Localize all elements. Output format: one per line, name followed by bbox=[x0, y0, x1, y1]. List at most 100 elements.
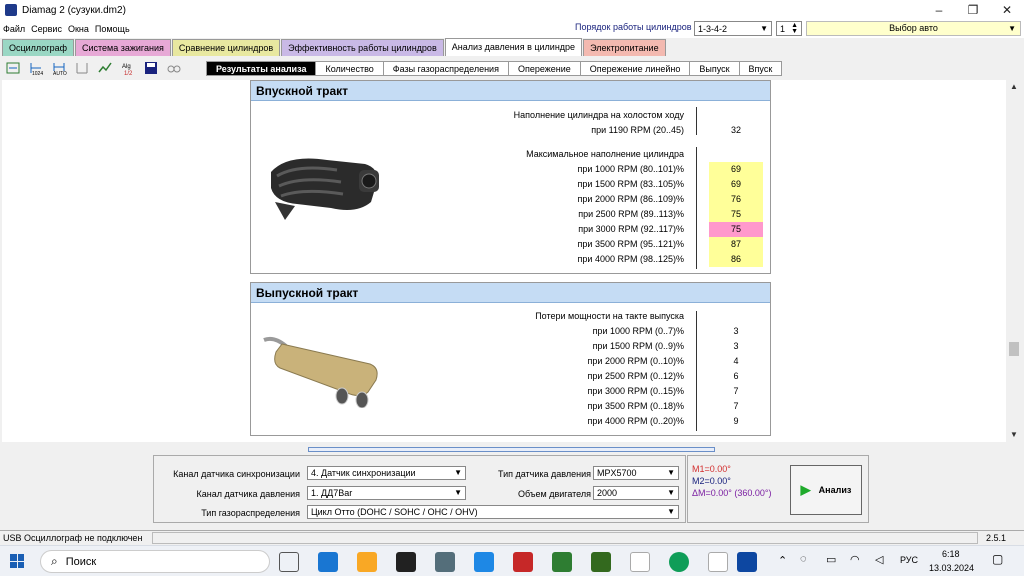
range-icon[interactable] bbox=[72, 59, 92, 77]
app-icon-red[interactable] bbox=[513, 552, 533, 572]
chevron-down-icon: ▼ bbox=[667, 468, 675, 477]
analyze-button[interactable]: ▶ Анализ bbox=[790, 465, 862, 515]
start-button[interactable] bbox=[10, 554, 24, 568]
app-icon-blue[interactable] bbox=[474, 552, 494, 572]
subtab-intake[interactable]: Впуск bbox=[738, 61, 783, 76]
main-tabs: Осциллограф Система зажигания Сравнение … bbox=[0, 38, 667, 56]
counter-icon[interactable]: 1024 bbox=[26, 59, 46, 77]
intake-idle-value: 32 bbox=[730, 125, 741, 135]
search-icon: ⌕ bbox=[51, 554, 58, 568]
compare-icon[interactable] bbox=[164, 59, 184, 77]
notification-icon[interactable]: ▢ bbox=[992, 552, 1003, 566]
analysis-subtabs: Результаты анализа Количество Фазы газор… bbox=[206, 61, 783, 76]
volume-icon[interactable]: ◁ bbox=[875, 553, 883, 566]
network-device-icon[interactable]: ◌ bbox=[800, 553, 807, 565]
subtab-advance-linear[interactable]: Опережение линейно bbox=[579, 61, 691, 76]
status-bar: USB Осциллограф не подключен 2.5.1 bbox=[0, 530, 1024, 545]
svg-text:1/2: 1/2 bbox=[124, 71, 133, 76]
algorithm-icon[interactable]: Alg 1/2 bbox=[118, 59, 138, 77]
marker-m1: M1=0.00° bbox=[692, 464, 731, 474]
exhaust-row-label: при 1000 RPM (0..7)% bbox=[592, 326, 684, 336]
scroll-thumb[interactable] bbox=[1009, 342, 1019, 356]
battery-icon[interactable]: ▭ bbox=[826, 553, 836, 566]
menu-help[interactable]: Помощь bbox=[95, 24, 130, 34]
chevron-down-icon: ▼ bbox=[667, 507, 675, 516]
wifi-icon[interactable]: ◠ bbox=[850, 553, 860, 566]
app-icon bbox=[5, 4, 17, 16]
intake-row-label: при 4000 RPM (98..125)% bbox=[577, 254, 684, 264]
save-icon[interactable] bbox=[141, 59, 161, 77]
diamag-icon[interactable] bbox=[737, 552, 757, 572]
subtab-quantity[interactable]: Количество bbox=[315, 61, 384, 76]
pressure-channel-select[interactable]: 1. ДД7Bar ▼ bbox=[307, 486, 466, 500]
close-button[interactable]: ✕ bbox=[990, 0, 1024, 20]
valve-type-select[interactable]: Цикл Отто (DOHC / SOHC / OHC / OHV) ▼ bbox=[307, 505, 679, 519]
language-indicator[interactable]: РУС bbox=[900, 555, 918, 565]
taskbar: ⌕ Поиск ⌃ ◌ ▭ ◠ ◁ РУС 6:18 13.03.2024 ▢ bbox=[0, 545, 1024, 576]
app-icon-gray[interactable] bbox=[435, 552, 455, 572]
splitter-handle[interactable] bbox=[308, 447, 715, 452]
cylinder-number-stepper[interactable]: 1 ▲ ▼ bbox=[776, 21, 802, 36]
store-icon[interactable] bbox=[318, 552, 338, 572]
tab-ignition[interactable]: Система зажигания bbox=[75, 39, 171, 56]
engine-volume-select[interactable]: 2000 ▼ bbox=[593, 486, 679, 500]
subtab-results[interactable]: Результаты анализа bbox=[206, 61, 317, 76]
cylinder-order-select[interactable]: 1-3-4-2 ▼ bbox=[694, 21, 772, 36]
sensor-type-label: Тип датчика давления bbox=[497, 469, 591, 479]
subtab-valve-timing[interactable]: Фазы газораспределения bbox=[382, 61, 509, 76]
taskbar-search[interactable]: ⌕ Поиск bbox=[40, 550, 270, 573]
stepper-arrows-icon: ▲ ▼ bbox=[791, 22, 798, 35]
search-label: Поиск bbox=[65, 555, 97, 568]
document-icon[interactable] bbox=[630, 552, 650, 572]
tab-oscilloscope[interactable]: Осциллограф bbox=[2, 39, 74, 56]
intake-row-label: при 2500 RPM (89..113)% bbox=[578, 209, 684, 219]
tab-cylinder-efficiency[interactable]: Эффективность работы цилиндров bbox=[281, 39, 444, 56]
scroll-down-icon[interactable]: ▼ bbox=[1006, 428, 1022, 442]
exhaust-row-value: 3 bbox=[733, 326, 739, 336]
sensor-type-select[interactable]: MPX5700 ▼ bbox=[593, 466, 679, 480]
task-view-icon[interactable] bbox=[279, 552, 299, 572]
window-title: Diamag 2 (сузуки.dm2) bbox=[22, 4, 126, 16]
subtab-advance[interactable]: Опережение bbox=[507, 61, 581, 76]
engine-volume-label: Объем двигателя bbox=[518, 489, 591, 499]
subtab-exhaust[interactable]: Выпуск bbox=[689, 61, 740, 76]
menu-windows[interactable]: Окна bbox=[68, 24, 89, 34]
tab-power-supply[interactable]: Электропитание bbox=[583, 39, 666, 56]
sync-icon[interactable] bbox=[3, 59, 23, 77]
graph-icon[interactable] bbox=[95, 59, 115, 77]
chevron-down-icon: ▼ bbox=[667, 488, 675, 497]
tab-cylinder-compare[interactable]: Сравнение цилиндров bbox=[171, 39, 281, 56]
vertical-scrollbar[interactable]: ▲ ▼ bbox=[1006, 80, 1022, 442]
document-icon[interactable] bbox=[708, 552, 728, 572]
menu-file[interactable]: Файл bbox=[3, 24, 25, 34]
clock-time[interactable]: 6:18 bbox=[942, 549, 960, 559]
menu-service[interactable]: Сервис bbox=[31, 24, 62, 34]
auto-icon[interactable]: AUTO bbox=[49, 59, 69, 77]
app-icon-dark[interactable] bbox=[396, 552, 416, 572]
sync-channel-select[interactable]: 4. Датчик синхронизации ▼ bbox=[307, 466, 466, 480]
play-icon: ▶ bbox=[800, 482, 811, 497]
file-explorer-icon[interactable] bbox=[357, 552, 377, 572]
vehicle-select-label: Выбор авто bbox=[889, 23, 938, 33]
tab-pressure-analysis[interactable]: Анализ давления в цилиндре bbox=[444, 38, 583, 56]
chevron-down-icon: ▼ bbox=[760, 24, 768, 33]
clock-date[interactable]: 13.03.2024 bbox=[929, 563, 974, 573]
windows-icon bbox=[10, 554, 17, 561]
chevron-down-icon: ▼ bbox=[454, 488, 462, 497]
maximize-button[interactable]: ❐ bbox=[956, 0, 990, 20]
intake-idle-label: при 1190 RPM (20..45) bbox=[591, 125, 684, 135]
valve-type-value: Цикл Отто (DOHC / SOHC / OHC / OHV) bbox=[311, 507, 478, 517]
intake-title: Впускной тракт bbox=[251, 81, 770, 101]
chevron-up-icon[interactable]: ⌃ bbox=[778, 554, 787, 567]
app-icon-olive[interactable] bbox=[591, 552, 611, 572]
intake-row-value: 69 bbox=[709, 162, 763, 177]
minimize-button[interactable]: – bbox=[922, 0, 956, 20]
vehicle-select[interactable]: Выбор авто ▼ bbox=[806, 21, 1021, 36]
app-icon-green[interactable] bbox=[552, 552, 572, 572]
scroll-up-icon[interactable]: ▲ bbox=[1006, 80, 1022, 94]
exhaust-row-value: 4 bbox=[733, 356, 739, 366]
marker-delta: ΔM=0.00° (360.00°) bbox=[692, 488, 772, 498]
exhaust-row-value: 6 bbox=[733, 371, 739, 381]
exhaust-row-label: при 3500 RPM (0..18)% bbox=[587, 401, 684, 411]
edge-icon[interactable] bbox=[669, 552, 689, 572]
